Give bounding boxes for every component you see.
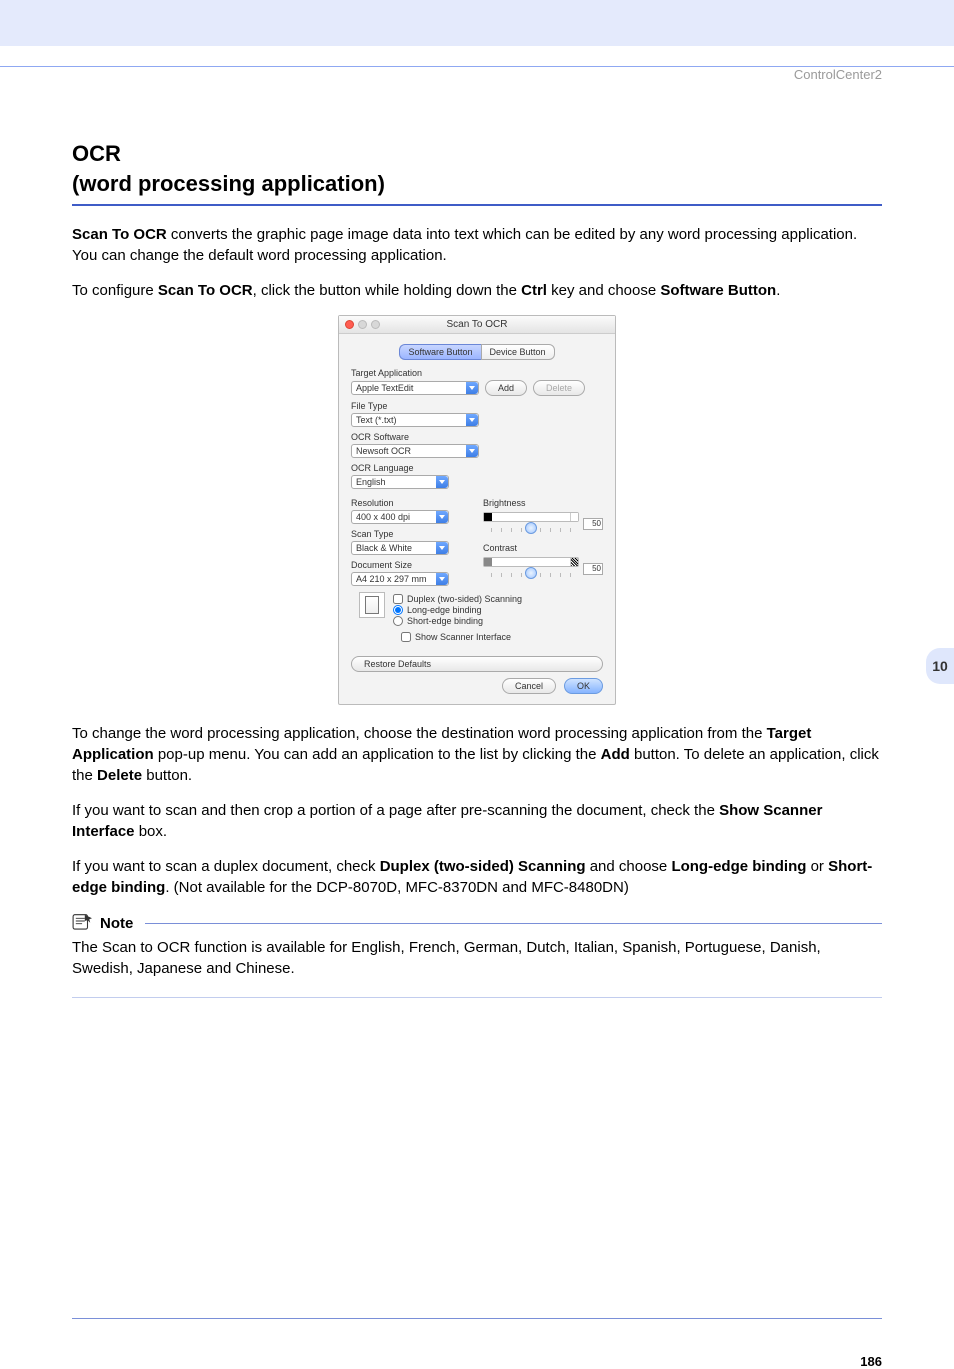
note-end-rule: [72, 997, 882, 998]
heading-line1: OCR: [72, 141, 121, 166]
delete-button[interactable]: Delete: [533, 380, 585, 396]
p1-rest: converts the graphic page image data int…: [72, 226, 857, 264]
close-icon[interactable]: [345, 320, 354, 329]
label-scan-type: Scan Type: [351, 529, 471, 539]
contrast-knob[interactable]: [525, 567, 537, 579]
select-resolution[interactable]: 400 x 400 dpi: [351, 510, 449, 524]
contrast-value[interactable]: 50: [583, 563, 603, 575]
chapter-tab: 10: [926, 648, 954, 684]
zoom-icon[interactable]: [371, 320, 380, 329]
section-heading: OCR (word processing application): [72, 139, 882, 198]
dialog-tabs: Software Button Device Button: [351, 344, 603, 360]
label-document-size: Document Size: [351, 560, 471, 570]
select-target-application[interactable]: Apple TextEdit: [351, 381, 479, 395]
label-ocr-language: OCR Language: [351, 463, 603, 473]
ok-button[interactable]: OK: [564, 678, 603, 694]
radio-long-edge[interactable]: Long-edge binding: [393, 605, 522, 615]
label-file-type: File Type: [351, 401, 603, 411]
note-icon: [72, 912, 94, 935]
p1-lead: Scan To OCR: [72, 226, 167, 243]
page-number: 186: [860, 1354, 882, 1369]
checkbox-show-scanner-interface[interactable]: Show Scanner Interface: [401, 632, 603, 642]
tab-device-button[interactable]: Device Button: [481, 344, 555, 360]
heading-underline: [72, 204, 882, 206]
label-brightness: Brightness: [483, 498, 603, 508]
heading-line2: (word processing application): [72, 171, 385, 196]
note-rule: [145, 923, 882, 924]
paragraph-5: If you want to scan a duplex document, c…: [72, 856, 882, 898]
cancel-button[interactable]: Cancel: [502, 678, 556, 694]
contrast-gradient: [483, 557, 579, 567]
paragraph-3: To change the word processing applicatio…: [72, 723, 882, 786]
brightness-knob[interactable]: [525, 522, 537, 534]
radio-short-edge[interactable]: Short-edge binding: [393, 616, 522, 626]
select-file-type[interactable]: Text (*.txt): [351, 413, 479, 427]
scan-to-ocr-dialog: Scan To OCR Software Button Device Butto…: [338, 315, 616, 705]
label-resolution: Resolution: [351, 498, 471, 508]
restore-defaults-button[interactable]: Restore Defaults: [351, 656, 603, 672]
window-buttons[interactable]: [345, 320, 380, 329]
select-ocr-language[interactable]: English: [351, 475, 449, 489]
footer-divider: [72, 1318, 882, 1319]
dialog-figure: Scan To OCR Software Button Device Butto…: [72, 315, 882, 705]
dialog-titlebar: Scan To OCR: [339, 316, 615, 334]
tab-software-button[interactable]: Software Button: [399, 344, 480, 360]
select-document-size[interactable]: A4 210 x 297 mm: [351, 572, 449, 586]
label-contrast: Contrast: [483, 543, 603, 553]
note-header: Note: [72, 912, 882, 935]
label-ocr-software: OCR Software: [351, 432, 603, 442]
paragraph-2: To configure Scan To OCR, click the butt…: [72, 280, 882, 301]
add-button[interactable]: Add: [485, 380, 527, 396]
brightness-slider[interactable]: [483, 525, 579, 535]
select-ocr-software[interactable]: Newsoft OCR: [351, 444, 479, 458]
brightness-gradient: [483, 512, 579, 522]
label-target-application: Target Application: [351, 368, 603, 378]
duplex-icon: [359, 592, 385, 618]
select-scan-type[interactable]: Black & White: [351, 541, 449, 555]
minimize-icon[interactable]: [358, 320, 367, 329]
top-color-band: [0, 0, 954, 46]
checkbox-duplex[interactable]: Duplex (two-sided) Scanning: [393, 594, 522, 604]
paragraph-4: If you want to scan and then crop a port…: [72, 800, 882, 842]
dialog-title: Scan To OCR: [447, 319, 508, 330]
contrast-slider[interactable]: [483, 570, 579, 580]
note-title: Note: [100, 915, 133, 932]
brightness-value[interactable]: 50: [583, 518, 603, 530]
running-header: ControlCenter2: [794, 67, 882, 82]
note-body: The Scan to OCR function is available fo…: [72, 937, 882, 979]
paragraph-1: Scan To OCR converts the graphic page im…: [72, 224, 882, 266]
